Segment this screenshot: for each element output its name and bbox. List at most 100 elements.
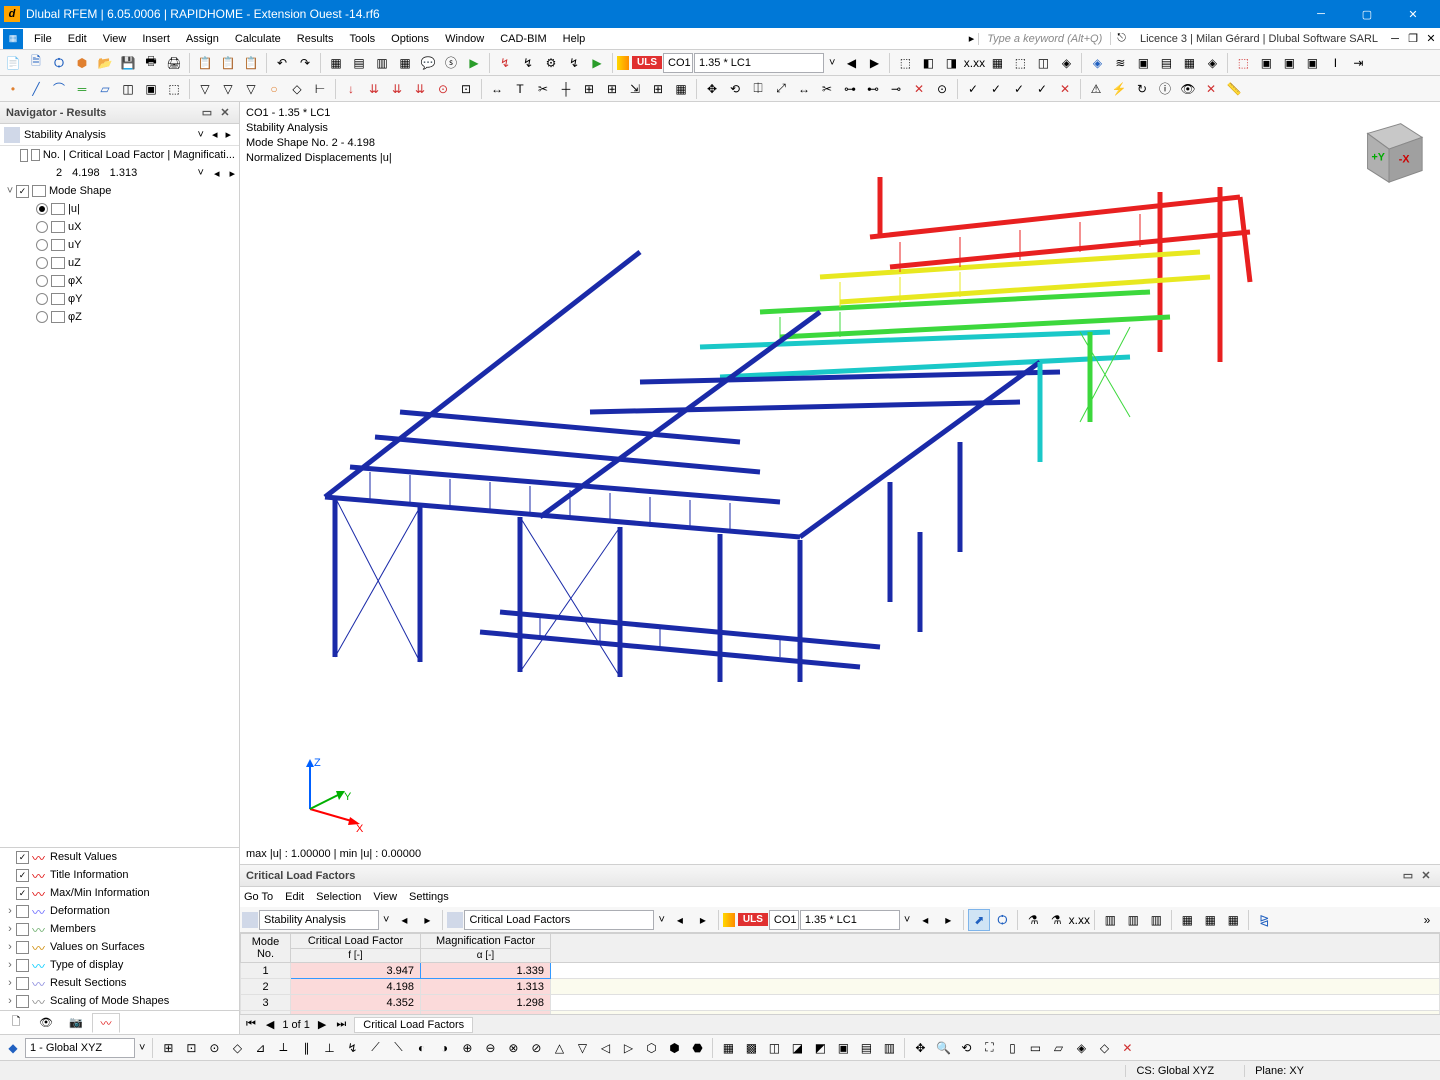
report2-icon[interactable]: 📋 <box>217 52 239 74</box>
res-menu-selection[interactable]: Selection <box>316 891 361 903</box>
res-menu-goto[interactable]: Go To <box>244 891 273 903</box>
sn3-icon[interactable]: ⊙ <box>203 1037 225 1059</box>
table-row[interactable]: 13.9471.339 <box>241 963 1440 979</box>
sn17-icon[interactable]: ⊘ <box>525 1037 547 1059</box>
k-icon[interactable]: ▦ <box>670 78 692 100</box>
res-c2-prev-icon[interactable]: ◂ <box>669 909 691 931</box>
radio-icon[interactable] <box>36 221 48 233</box>
vw2-icon[interactable]: ▩ <box>740 1037 762 1059</box>
sn23-icon[interactable]: ⬢ <box>663 1037 685 1059</box>
res-funnel-icon[interactable]: ⧎ <box>1253 909 1275 931</box>
keyword-search[interactable]: Type a keyword (Alt+Q) <box>978 33 1110 45</box>
nodal-load-icon[interactable]: ↓ <box>340 78 362 100</box>
res-anim-icon[interactable]: ▣ <box>1132 52 1154 74</box>
play-icon[interactable]: ▶ <box>586 52 608 74</box>
arrow-right-icon[interactable]: ⇥ <box>1347 52 1369 74</box>
res-lc-next-icon[interactable]: ▸ <box>937 909 959 931</box>
sn8-icon[interactable]: ⊥ <box>318 1037 340 1059</box>
tree-comp-uY[interactable]: uY <box>0 236 239 254</box>
menu-view[interactable]: View <box>95 28 135 49</box>
opt-checkbox[interactable]: ✓ <box>16 869 29 882</box>
menu-edit[interactable]: Edit <box>60 28 95 49</box>
lc-dropdown-icon[interactable]: ˅ <box>825 57 839 69</box>
fit-icon[interactable]: ⛶ <box>978 1037 1000 1059</box>
select-icon[interactable]: ⬚ <box>1232 52 1254 74</box>
app-menu-icon[interactable]: ▦ <box>3 29 23 49</box>
sn22-icon[interactable]: ⬡ <box>640 1037 662 1059</box>
sn1-icon[interactable]: ⊞ <box>157 1037 179 1059</box>
lc-next-icon[interactable]: ▶ <box>863 52 885 74</box>
j-icon[interactable]: ⊞ <box>647 78 669 100</box>
view-solid-icon[interactable]: ◧ <box>917 52 939 74</box>
check2-icon[interactable]: ✓ <box>985 78 1007 100</box>
opt-checkbox[interactable] <box>16 905 29 918</box>
hinge-icon[interactable]: ○ <box>263 78 285 100</box>
results-tab[interactable]: Critical Load Factors <box>354 1017 473 1033</box>
iso-view-icon[interactable]: ◈ <box>1070 1037 1092 1059</box>
radio-icon[interactable] <box>36 203 48 215</box>
tree-comp-φZ[interactable]: φZ <box>0 308 239 326</box>
top-icon[interactable]: ▭ <box>1024 1037 1046 1059</box>
zoom-icon[interactable]: 🔍 <box>932 1037 954 1059</box>
menu-results[interactable]: Results <box>289 28 342 49</box>
opt-checkbox[interactable] <box>16 995 29 1008</box>
viewport-3d[interactable]: CO1 - 1.35 * LC1 Stability Analysis Mode… <box>240 102 1440 864</box>
nav-opt-0[interactable]: ✓〰Result Values <box>0 848 239 866</box>
release-icon[interactable]: ◇ <box>286 78 308 100</box>
sn24-icon[interactable]: ⬣ <box>686 1037 708 1059</box>
box3-icon[interactable]: ▣ <box>1301 52 1323 74</box>
vw8-icon[interactable]: ▥ <box>878 1037 900 1059</box>
res-iso-icon[interactable]: ◈ <box>1201 52 1223 74</box>
res-c1-down-icon[interactable]: ˅ <box>380 914 392 926</box>
table-row[interactable]: 34.3521.298 <box>241 995 1440 1011</box>
chevron-down-icon[interactable]: ˅ <box>194 129 208 141</box>
res-sync-icon[interactable]: Ѻ <box>991 909 1013 931</box>
sn2-icon[interactable]: ⊡ <box>180 1037 202 1059</box>
menu-insert[interactable]: Insert <box>134 28 178 49</box>
tree-comp-φY[interactable]: φY <box>0 290 239 308</box>
free-load-icon[interactable]: ⊙ <box>432 78 454 100</box>
redo-icon[interactable]: ↷ <box>294 52 316 74</box>
new-model-icon[interactable]: 🗎 <box>25 52 47 74</box>
maximize-button[interactable]: ▢ <box>1344 0 1390 28</box>
view-iso-icon[interactable]: ◈ <box>1055 52 1077 74</box>
val-dropdown-icon[interactable]: ˅ <box>198 167 204 179</box>
radio-icon[interactable] <box>36 293 48 305</box>
res-c2-next-icon[interactable]: ▸ <box>692 909 714 931</box>
tree-mode-shape[interactable]: ˅ ✓ Mode Shape <box>0 182 239 200</box>
expand-icon[interactable]: › <box>4 977 16 989</box>
nav-opt-6[interactable]: ›〰Type of display <box>0 956 239 974</box>
res-c1-prev-icon[interactable]: ◂ <box>393 909 415 931</box>
header-checkbox[interactable] <box>20 149 28 162</box>
sn6-icon[interactable]: ⟂ <box>272 1037 294 1059</box>
radio-icon[interactable] <box>36 257 48 269</box>
line-load-icon[interactable]: ⇊ <box>363 78 385 100</box>
trim-icon[interactable]: ⊸ <box>885 78 907 100</box>
res-col2-icon[interactable]: ▥ <box>1122 909 1144 931</box>
mirror-icon[interactable]: ⎅ <box>747 78 769 100</box>
surf-supp-icon[interactable]: ▽ <box>240 78 262 100</box>
val-prev-icon[interactable]: ◂ <box>214 167 220 180</box>
check1-icon[interactable]: ✓ <box>962 78 984 100</box>
surf-load-icon[interactable]: ⇊ <box>409 78 431 100</box>
print-icon[interactable]: 🖨 <box>163 52 185 74</box>
nav-tab-views[interactable]: 📷 <box>62 1013 90 1033</box>
sn18-icon[interactable]: △ <box>548 1037 570 1059</box>
view-wire-icon[interactable]: ⬚ <box>894 52 916 74</box>
mdi-minimize[interactable]: ─ <box>1386 30 1404 48</box>
expand-icon[interactable]: › <box>4 959 16 971</box>
opt-checkbox[interactable] <box>16 977 29 990</box>
view-render-icon[interactable]: ◨ <box>940 52 962 74</box>
line-supp-icon[interactable]: ▽ <box>217 78 239 100</box>
th-clf[interactable]: Critical Load Factor <box>291 934 421 949</box>
sn16-icon[interactable]: ⊗ <box>502 1037 524 1059</box>
check3-icon[interactable]: ✓ <box>1008 78 1030 100</box>
res-col1-icon[interactable]: ▥ <box>1099 909 1121 931</box>
nav-opt-8[interactable]: ›〰Scaling of Mode Shapes <box>0 992 239 1010</box>
res-combo1[interactable]: Stability Analysis <box>259 910 379 930</box>
load3-icon[interactable]: ⚙ <box>540 52 562 74</box>
menu-calculate[interactable]: Calculate <box>227 28 289 49</box>
res-close-icon[interactable]: ✕ <box>1418 868 1434 884</box>
res-co-combo[interactable]: CO1 <box>769 910 799 930</box>
report3-icon[interactable]: 📋 <box>240 52 262 74</box>
